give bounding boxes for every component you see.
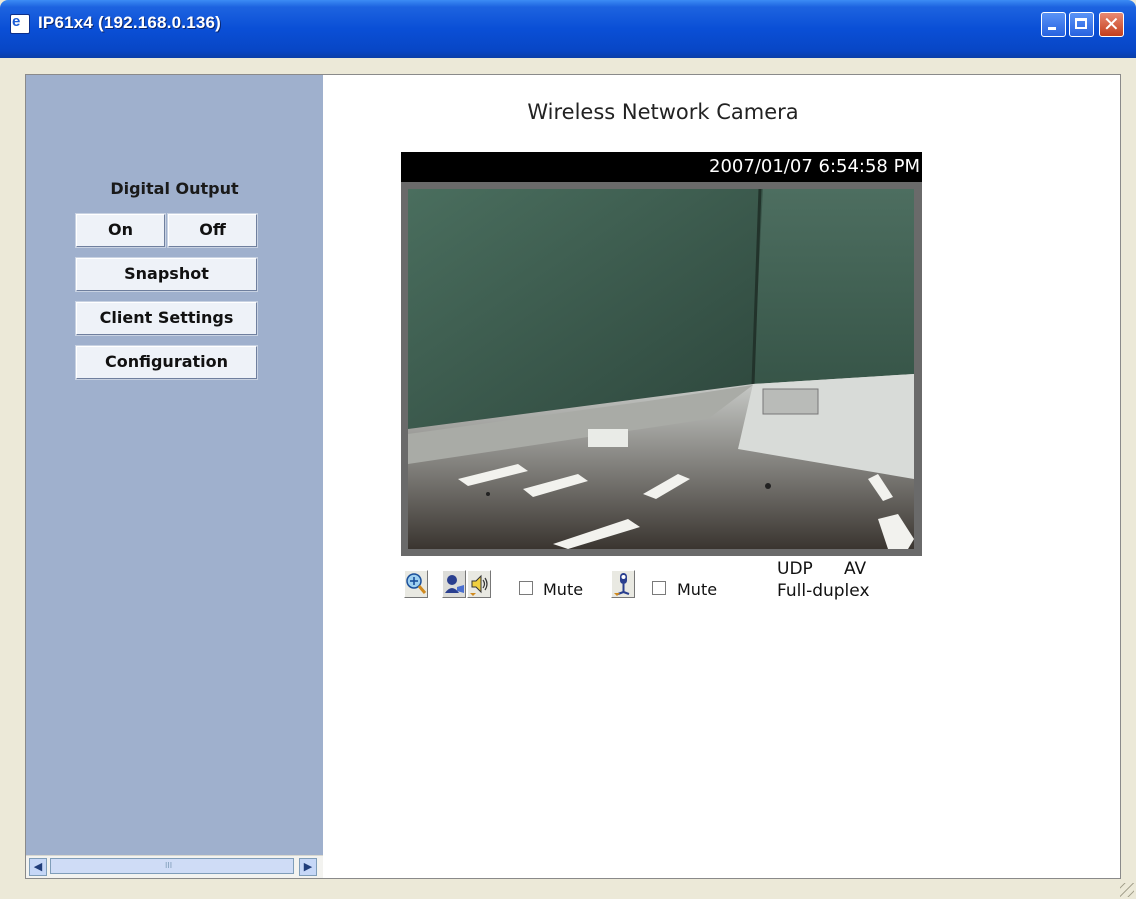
minimize-button[interactable] — [1041, 12, 1066, 37]
microphone-button[interactable] — [611, 570, 635, 598]
maximize-button[interactable] — [1069, 12, 1094, 37]
browser-content-frame: Digital Output On Off Snapshot Client Se… — [25, 74, 1121, 879]
zoom-in-icon — [406, 573, 427, 594]
speaker-mute-checkbox[interactable] — [519, 581, 533, 595]
close-icon: ✕ — [1103, 12, 1120, 36]
scrollbar-thumb[interactable]: III — [50, 858, 294, 874]
configuration-button[interactable]: Configuration — [75, 345, 258, 380]
microphone-mute-label: Mute — [677, 580, 718, 599]
microphone-mute-checkbox[interactable] — [652, 581, 666, 595]
digital-output-off-button[interactable]: Off — [167, 213, 258, 248]
video-viewer[interactable]: 2007/01/07 6:54:58 PM — [401, 152, 922, 556]
window-title: IP61x4 (192.168.0.136) — [38, 13, 222, 32]
digital-output-on-button[interactable]: On — [75, 213, 166, 248]
media-status: AV — [844, 559, 867, 579]
speaker-button[interactable] — [467, 570, 491, 598]
sidebar-horizontal-scrollbar[interactable]: ◀ III ▶ — [26, 855, 323, 878]
talk-button[interactable] — [442, 570, 466, 598]
zoom-button[interactable] — [404, 570, 428, 598]
camera-feed-image — [408, 189, 914, 549]
close-button[interactable]: ✕ — [1099, 12, 1124, 37]
sidebar: Digital Output On Off Snapshot Client Se… — [26, 75, 323, 878]
resize-grip[interactable] — [1120, 883, 1134, 897]
microphone-icon — [614, 573, 630, 596]
protocol-status: UDP — [777, 559, 813, 579]
ie-page-icon: e — [10, 13, 30, 34]
scrollbar-grip: III — [165, 861, 173, 870]
page-title: Wireless Network Camera — [527, 100, 799, 124]
speaker-mute-label: Mute — [543, 580, 584, 599]
client-settings-button[interactable]: Client Settings — [75, 301, 258, 336]
maximize-icon — [1075, 18, 1087, 29]
camera-feed-scene — [408, 189, 914, 549]
talk-user-icon — [445, 575, 464, 593]
speaker-icon — [470, 574, 488, 596]
video-timestamp: 2007/01/07 6:54:58 PM — [401, 152, 922, 182]
minimize-icon — [1048, 27, 1056, 30]
title-bar: e IP61x4 (192.168.0.136) ✕ — [0, 0, 1136, 58]
scroll-right-arrow[interactable]: ▶ — [299, 858, 317, 876]
duplex-status: Full-duplex — [777, 581, 870, 601]
scroll-left-arrow[interactable]: ◀ — [29, 858, 47, 876]
digital-output-label: Digital Output — [110, 179, 239, 198]
snapshot-button[interactable]: Snapshot — [75, 257, 258, 292]
